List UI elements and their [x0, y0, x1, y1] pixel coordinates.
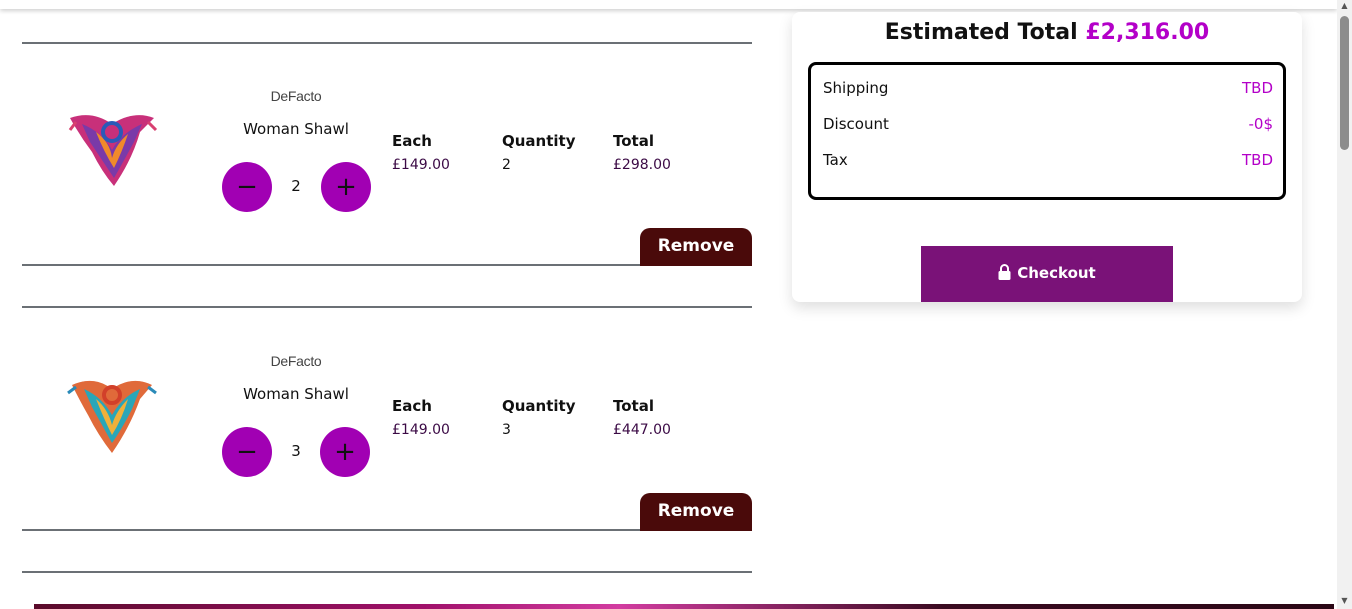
shawl-product-image — [68, 115, 158, 186]
each-value: £149.00 — [392, 422, 450, 438]
quantity-label: Quantity — [502, 397, 576, 415]
quantity-value: 2 — [291, 177, 301, 195]
scrollbar-thumb[interactable] — [1340, 16, 1349, 150]
product-name: Woman Shawl — [243, 385, 349, 403]
remove-button[interactable]: Remove — [640, 228, 752, 266]
lock-icon — [998, 263, 1011, 280]
total-value: £298.00 — [613, 157, 671, 173]
cart-item: DeFacto Woman Shawl − 2 + Each £149.00 Q… — [22, 44, 752, 266]
vertical-scrollbar[interactable]: ▲ ▼ — [1337, 0, 1352, 609]
divider — [22, 571, 752, 573]
quantity-value: 3 — [291, 442, 301, 460]
discount-label: Discount — [823, 115, 889, 133]
each-label: Each — [392, 132, 432, 150]
discount-value: -0$ — [1248, 115, 1274, 133]
product-brand: DeFacto — [270, 88, 322, 104]
quantity-label: Quantity — [502, 132, 576, 150]
cart-item: DeFacto Woman Shawl − 3 + Each £149.00 Q… — [22, 309, 752, 531]
total-label: Total — [613, 397, 654, 415]
minus-icon: − — [236, 172, 258, 202]
tax-value: TBD — [1241, 151, 1273, 169]
plus-icon: + — [334, 437, 356, 467]
estimated-total-amount: £2,316.00 — [1085, 20, 1210, 45]
top-bar — [0, 0, 1337, 9]
estimated-total-heading: Estimated Total £2,316.00 — [792, 20, 1302, 45]
shawl-product-image — [67, 380, 157, 453]
scroll-up-icon[interactable]: ▲ — [1340, 2, 1349, 10]
summary-row-tax: Tax TBD — [823, 151, 1273, 173]
checkout-label: Checkout — [1017, 264, 1096, 282]
summary-row-shipping: Shipping TBD — [823, 79, 1273, 101]
divider — [22, 306, 752, 308]
product-name: Woman Shawl — [243, 120, 349, 138]
footer-banner-edge — [34, 604, 1334, 609]
tax-label: Tax — [823, 151, 848, 169]
shipping-label: Shipping — [823, 79, 889, 97]
summary-row-discount: Discount -0$ — [823, 115, 1273, 137]
order-summary-card: Estimated Total £2,316.00 Shipping TBD D… — [792, 12, 1302, 302]
total-label: Total — [613, 132, 654, 150]
decrease-quantity-button[interactable]: − — [222, 162, 272, 212]
checkout-button[interactable]: Checkout — [921, 246, 1173, 302]
total-value: £447.00 — [613, 422, 671, 438]
plus-icon: + — [335, 172, 357, 202]
remove-button[interactable]: Remove — [640, 493, 752, 531]
decrease-quantity-button[interactable]: − — [222, 427, 272, 477]
shipping-value: TBD — [1241, 79, 1273, 97]
each-value: £149.00 — [392, 157, 450, 173]
quantity-column-value: 2 — [502, 157, 511, 173]
product-brand: DeFacto — [270, 353, 322, 369]
minus-icon: − — [236, 437, 258, 467]
summary-details-box: Shipping TBD Discount -0$ Tax TBD — [808, 62, 1286, 200]
scroll-down-icon[interactable]: ▼ — [1340, 597, 1349, 605]
quantity-column-value: 3 — [502, 422, 511, 438]
each-label: Each — [392, 397, 432, 415]
increase-quantity-button[interactable]: + — [321, 162, 371, 212]
increase-quantity-button[interactable]: + — [320, 427, 370, 477]
estimated-total-label: Estimated Total — [884, 20, 1078, 45]
